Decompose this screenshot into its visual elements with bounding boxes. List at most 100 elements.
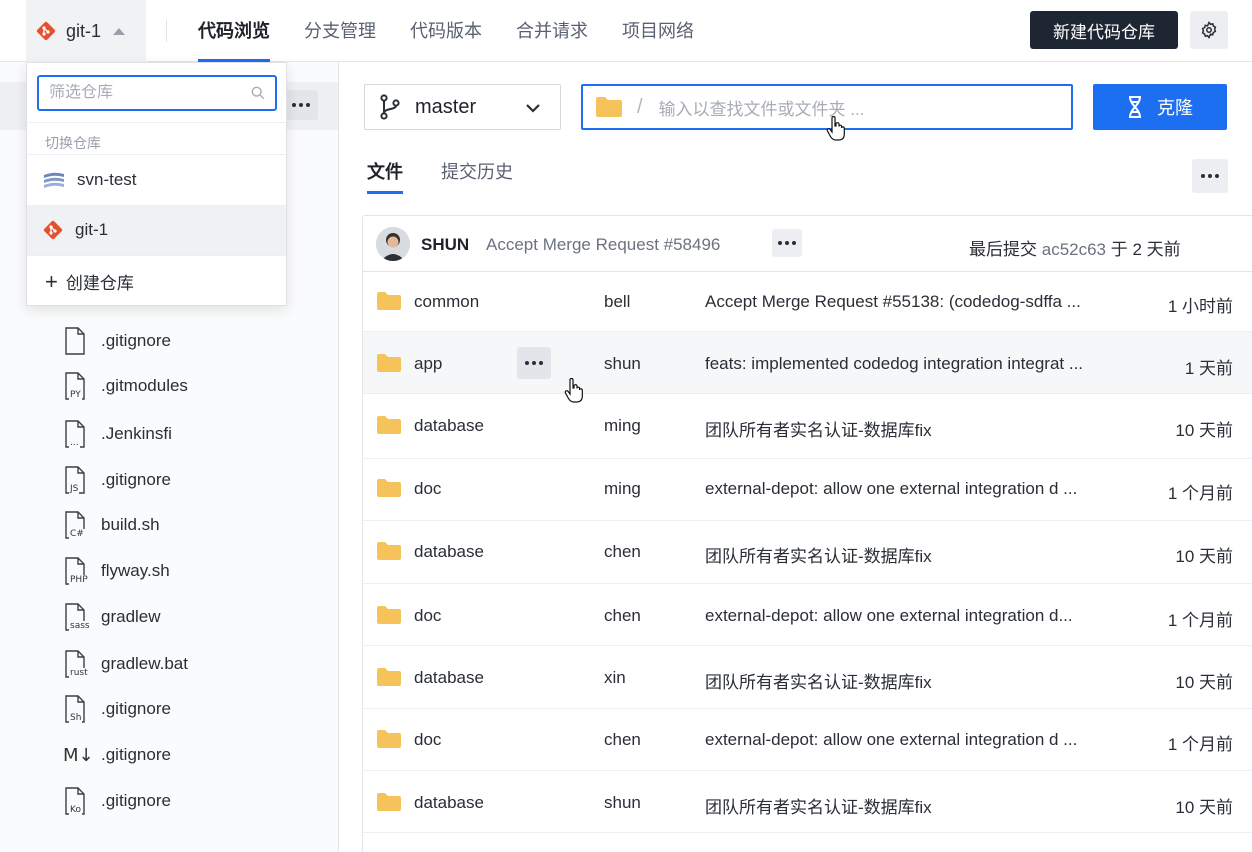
- sidebar-more-button[interactable]: [284, 90, 318, 120]
- commit-message[interactable]: 团队所有者实名认证-数据库fix: [705, 416, 1125, 441]
- file-icon: M↓: [60, 740, 94, 770]
- file-item[interactable]: .gitignore: [60, 325, 171, 357]
- row-more-button[interactable]: [517, 347, 551, 379]
- folder-name[interactable]: database: [414, 668, 484, 688]
- commit-author[interactable]: ming: [604, 479, 641, 499]
- file-name: .gitmodules: [101, 376, 188, 395]
- commit-message[interactable]: Accept Merge Request #58496: [486, 235, 720, 255]
- commit-author[interactable]: ming: [604, 416, 641, 436]
- commit-message[interactable]: feats: implemented codedog integration i…: [705, 354, 1125, 374]
- tab-files[interactable]: 文件: [367, 150, 403, 194]
- file-icon: [60, 326, 90, 356]
- commit-message[interactable]: 团队所有者实名认证-数据库fix: [705, 542, 1125, 567]
- file-item[interactable]: JS .gitignore: [60, 464, 171, 496]
- repo-option-git-1[interactable]: git-1: [27, 205, 286, 255]
- folder-name[interactable]: common: [414, 292, 479, 312]
- content-more-button[interactable]: [1192, 159, 1228, 193]
- file-item[interactable]: sass gradlew: [60, 601, 161, 633]
- file-item[interactable]: PY .gitmodules: [60, 370, 188, 402]
- tab-code-browse[interactable]: 代码浏览: [198, 0, 270, 62]
- commit-author[interactable]: shun: [604, 793, 641, 813]
- table-row[interactable]: common bell Accept Merge Request #55138: (…: [363, 272, 1252, 332]
- commit-message[interactable]: Accept Merge Request #55138: (codedog-sd…: [705, 292, 1125, 312]
- commit-message[interactable]: 团队所有者实名认证-数据库fix: [705, 668, 1125, 693]
- commit-author[interactable]: xin: [604, 668, 626, 688]
- commit-time: 1 天前: [1184, 359, 1233, 378]
- commit-message[interactable]: 团队所有者实名认证-数据库fix: [705, 793, 1125, 818]
- tab-branch-management[interactable]: 分支管理: [304, 0, 376, 62]
- repo-option-label: svn-test: [77, 170, 137, 189]
- repo-filter-input[interactable]: [49, 84, 239, 102]
- commit-time: 10 天前: [1175, 673, 1233, 692]
- new-repo-button[interactable]: 新建代码仓库: [1030, 11, 1178, 49]
- commit-message[interactable]: external-depot: allow one external integ…: [705, 479, 1125, 499]
- tab-commit-history[interactable]: 提交历史: [441, 150, 513, 194]
- clone-button[interactable]: 克隆: [1093, 84, 1227, 130]
- repo-name: git-1: [66, 20, 102, 41]
- last-commit-label: 最后提交: [969, 240, 1037, 259]
- file-type-badge: PHP: [69, 575, 89, 585]
- commit-message[interactable]: external-depot: allow one external integ…: [705, 730, 1125, 750]
- folder-icon: [377, 730, 401, 748]
- folder-name[interactable]: database: [414, 416, 484, 436]
- repo-switcher[interactable]: git-1: [26, 0, 146, 62]
- file-item[interactable]: Ko .gitignore: [60, 785, 171, 817]
- commit-author[interactable]: bell: [604, 292, 630, 312]
- file-item[interactable]: Sh .gitignore: [60, 693, 171, 725]
- avatar[interactable]: [376, 227, 410, 261]
- dna-icon: [1129, 96, 1141, 118]
- table-row[interactable]: database xin 团队所有者实名认证-数据库fix 10 天前: [363, 646, 1252, 709]
- repo-filter-field[interactable]: [37, 75, 277, 111]
- folder-name[interactable]: database: [414, 542, 484, 562]
- commit-author[interactable]: SHUN: [421, 235, 469, 255]
- table-row[interactable]: doc chen external-depot: allow one externa…: [363, 709, 1252, 771]
- commit-time: 10 天前: [1175, 798, 1233, 817]
- create-repo-label: 创建仓库: [65, 274, 134, 293]
- repo-option-svn-test[interactable]: svn-test: [27, 155, 286, 205]
- folder-icon: [377, 606, 401, 624]
- table-row[interactable]: database chen 团队所有者实名认证-数据库fix 10 天前: [363, 521, 1252, 584]
- file-item[interactable]: rust gradlew.bat: [60, 648, 188, 680]
- commit-message[interactable]: external-depot: allow one external integ…: [705, 606, 1125, 626]
- commit-author[interactable]: chen: [604, 606, 641, 626]
- folder-name[interactable]: database: [414, 793, 484, 813]
- table-row[interactable]: database shun 团队所有者实名认证-数据库fix 10 天前: [363, 771, 1252, 833]
- branch-select[interactable]: master: [364, 84, 561, 130]
- clone-label: 克隆: [1157, 98, 1193, 118]
- more-icon: [778, 241, 796, 245]
- folder-name[interactable]: app: [414, 354, 442, 374]
- file-item[interactable]: PHP flyway.sh: [60, 555, 170, 587]
- file-icon: ...: [60, 419, 90, 449]
- tab-project-network[interactable]: 项目网络: [622, 0, 694, 62]
- commit-hash[interactable]: ac52c63: [1042, 240, 1106, 259]
- folder-name[interactable]: doc: [414, 479, 441, 499]
- folder-name[interactable]: doc: [414, 606, 441, 626]
- commit-more-button[interactable]: [772, 229, 802, 257]
- tab-code-versions[interactable]: 代码版本: [410, 0, 482, 62]
- file-name: .gitignore: [101, 699, 171, 718]
- file-type-badge: rust: [69, 668, 89, 678]
- settings-button[interactable]: [1190, 11, 1228, 49]
- latest-commit-bar: SHUN Accept Merge Request #58496 最后提交 ac…: [363, 216, 1252, 272]
- file-item[interactable]: ... .Jenkinsfi: [60, 418, 172, 450]
- table-row[interactable]: doc ming external-depot: allow one externa…: [363, 459, 1252, 521]
- table-row[interactable]: doc chen external-depot: allow one externa…: [363, 584, 1252, 646]
- folder-name[interactable]: doc: [414, 730, 441, 750]
- last-commit-info: 最后提交 ac52c63 于 2 天前: [969, 235, 1181, 260]
- file-item[interactable]: C# build.sh: [60, 509, 160, 541]
- commit-author[interactable]: chen: [604, 542, 641, 562]
- commit-author[interactable]: shun: [604, 354, 641, 374]
- create-repo-button[interactable]: + 创建仓库: [45, 269, 134, 294]
- file-item[interactable]: M↓ .gitignore: [60, 739, 171, 771]
- table-row[interactable]: app shun feats: implemented codedog integr…: [363, 332, 1252, 394]
- divider: [27, 122, 286, 123]
- file-icon: sass: [60, 602, 91, 632]
- git-icon: [36, 21, 56, 41]
- file-type-badge: Sh: [69, 713, 83, 723]
- folder-icon: [377, 479, 401, 497]
- table-row[interactable]: database ming 团队所有者实名认证-数据库fix 10 天前: [363, 394, 1252, 459]
- tab-merge-requests[interactable]: 合并请求: [516, 0, 588, 62]
- file-type-badge: Ko: [69, 805, 82, 815]
- commit-author[interactable]: chen: [604, 730, 641, 750]
- file-type-badge: JS: [69, 484, 80, 494]
